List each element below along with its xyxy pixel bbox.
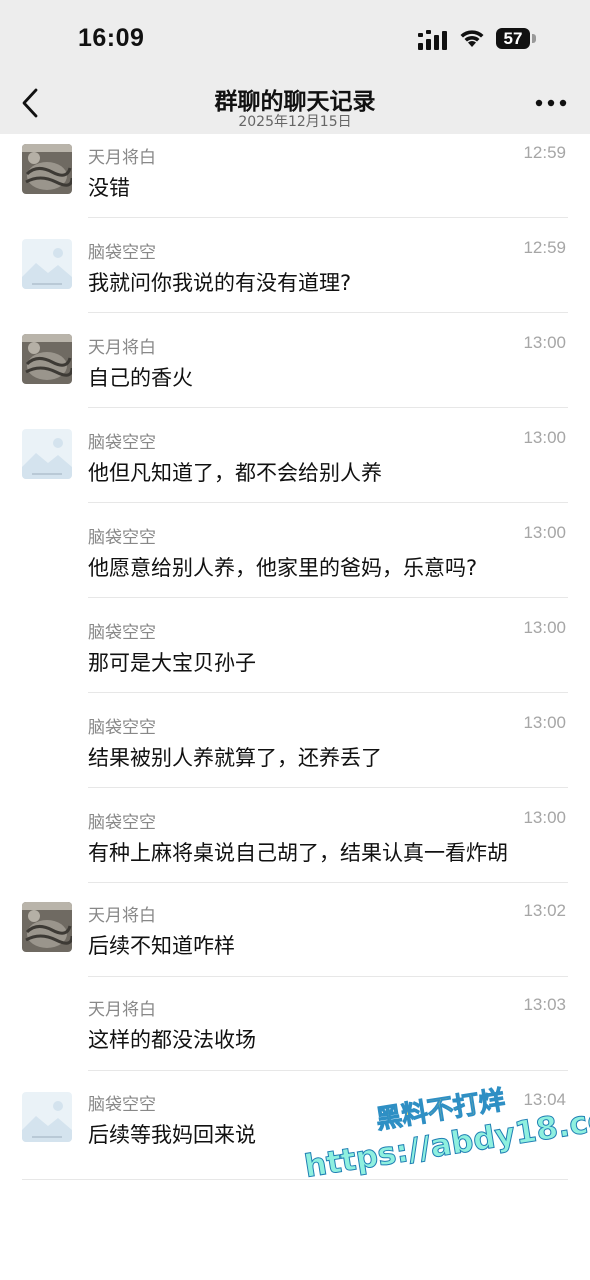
avatar[interactable] [22, 144, 72, 194]
divider [88, 976, 568, 977]
chat-message[interactable]: 天月将白 13:02 后续不知道咋样 [0, 894, 590, 989]
message-text: 没错 [88, 176, 130, 200]
message-text: 那可是大宝贝孙子 [88, 651, 256, 675]
chat-message[interactable]: 脑袋空空 13:00 有种上麻将桌说自己胡了，结果认真一看炸胡 [0, 799, 590, 894]
placeholder-avatar-image [22, 429, 72, 479]
message-text: 他但凡知道了，都不会给别人养 [88, 461, 382, 485]
sender-name: 脑袋空空 [88, 718, 156, 738]
placeholder-avatar-image [22, 239, 72, 289]
cat-avatar-image [22, 144, 72, 194]
message-time: 13:00 [523, 618, 566, 637]
avatar[interactable] [22, 334, 72, 384]
message-text: 他愿意给别人养，他家里的爸妈，乐意吗? [88, 556, 478, 580]
sender-name: 脑袋空空 [88, 813, 156, 833]
chat-message[interactable]: 天月将白 12:59 没错 [0, 134, 590, 229]
placeholder-avatar-image [22, 1092, 72, 1142]
chat-message[interactable]: 脑袋空空 12:59 我就问你我说的有没有道理? [0, 229, 590, 324]
page-subtitle-date: 2025年12月15日 [238, 114, 352, 130]
sender-name: 天月将白 [88, 1000, 156, 1020]
chat-message[interactable]: 天月将白 13:00 自己的香火 [0, 324, 590, 419]
message-time: 13:00 [523, 333, 566, 352]
divider [88, 407, 568, 408]
chat-message[interactable]: 脑袋空空 13:00 那可是大宝贝孙子 [0, 609, 590, 704]
sender-name: 脑袋空空 [88, 528, 156, 548]
battery-icon: 57 [496, 28, 530, 49]
divider [88, 217, 568, 218]
wifi-icon [460, 30, 484, 47]
message-text: 这样的都没法收场 [88, 1028, 256, 1052]
sender-name: 天月将白 [88, 338, 156, 358]
message-time: 12:59 [523, 143, 566, 162]
status-time: 16:09 [78, 24, 145, 52]
sender-name: 脑袋空空 [88, 433, 156, 453]
message-time: 13:00 [523, 523, 566, 542]
chat-message[interactable]: 脑袋空空 13:00 结果被别人养就算了，还养丢了 [0, 704, 590, 799]
sender-name: 脑袋空空 [88, 1095, 156, 1115]
sender-name: 天月将白 [88, 906, 156, 926]
message-time: 13:02 [523, 901, 566, 920]
message-text: 我就问你我说的有没有道理? [88, 271, 352, 295]
message-time: 13:00 [523, 428, 566, 447]
avatar[interactable] [22, 429, 72, 479]
cat-avatar-image [22, 334, 72, 384]
battery-tip [532, 34, 536, 43]
avatar[interactable] [22, 1092, 72, 1142]
chat-message[interactable]: 脑袋空空 13:00 他但凡知道了，都不会给别人养 [0, 419, 590, 514]
message-time: 13:00 [523, 713, 566, 732]
message-time: 13:03 [523, 995, 566, 1014]
avatar[interactable] [22, 902, 72, 952]
top-bar: 16:09 57 群聊的聊天记录 2025年12月15日 [0, 0, 590, 134]
avatar[interactable] [22, 239, 72, 289]
message-text: 后续等我妈回来说 [88, 1123, 256, 1147]
divider [88, 1070, 568, 1071]
message-time: 13:00 [523, 808, 566, 827]
cat-avatar-image [22, 902, 72, 952]
message-text: 后续不知道咋样 [88, 934, 235, 958]
chat-message[interactable]: 脑袋空空 13:00 他愿意给别人养，他家里的爸妈，乐意吗? [0, 514, 590, 609]
divider [88, 502, 568, 503]
sender-name: 天月将白 [88, 148, 156, 168]
chat-message[interactable]: 天月将白 13:03 这样的都没法收场 [0, 989, 590, 1084]
more-dots-icon[interactable] [534, 98, 568, 108]
divider [88, 312, 568, 313]
message-text: 有种上麻将桌说自己胡了，结果认真一看炸胡 [88, 841, 508, 865]
message-text: 自己的香火 [88, 366, 193, 390]
sender-name: 脑袋空空 [88, 243, 156, 263]
message-time: 12:59 [523, 238, 566, 257]
divider [88, 692, 568, 693]
message-text: 结果被别人养就算了，还养丢了 [88, 746, 382, 770]
divider [88, 787, 568, 788]
cellular-signal-icon [418, 30, 447, 50]
divider [88, 882, 568, 883]
divider [88, 597, 568, 598]
sender-name: 脑袋空空 [88, 623, 156, 643]
